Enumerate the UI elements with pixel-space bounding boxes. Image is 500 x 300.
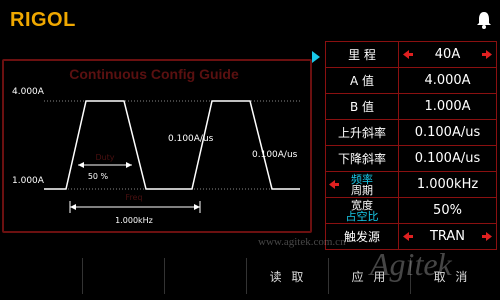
param-row-slope-up[interactable]: 上升斜率 0.100A/us bbox=[326, 120, 496, 146]
duty-caption: Duty bbox=[95, 153, 114, 162]
period-arrow-left bbox=[70, 204, 76, 210]
duty-value: 50 % bbox=[88, 172, 109, 181]
param-name: 下降斜率 bbox=[326, 146, 399, 171]
softkey-3[interactable] bbox=[166, 258, 247, 294]
param-row-a[interactable]: A 值 4.000A bbox=[326, 68, 496, 94]
param-name: 上升斜率 bbox=[326, 120, 399, 145]
param-name-multi: 频率 周期 bbox=[326, 172, 399, 197]
period-arrow-right bbox=[194, 204, 200, 210]
param-value[interactable]: 1.000kHz bbox=[399, 172, 496, 197]
duty-arrow-left bbox=[78, 162, 84, 168]
arrow-left-icon[interactable] bbox=[403, 50, 413, 59]
param-value: TRAN bbox=[429, 229, 466, 244]
pointer-arrow-icon bbox=[312, 51, 320, 63]
param-name-top: 频率 bbox=[351, 172, 373, 186]
parameter-table: 里 程 40A A 值 4.000A B 值 1.000A 上升斜率 0.100… bbox=[325, 41, 497, 250]
arrow-left-icon[interactable] bbox=[403, 232, 413, 241]
duty-arrow-right bbox=[126, 162, 132, 168]
softkey-read[interactable]: 读 取 bbox=[248, 258, 329, 294]
param-value[interactable]: 50% bbox=[399, 198, 496, 223]
trapezoid-waveform bbox=[44, 100, 300, 190]
arrow-right-icon[interactable] bbox=[482, 50, 492, 59]
slope-down-label: 0.100A/us bbox=[252, 150, 298, 160]
param-value-range[interactable]: 40A bbox=[399, 42, 496, 67]
watermark-brand: Agitek bbox=[370, 246, 452, 282]
bell-icon bbox=[477, 12, 491, 29]
high-level-label: 4.000A bbox=[12, 87, 45, 97]
param-row-duty[interactable]: 宽度 占空比 50% bbox=[326, 198, 496, 224]
low-level-label: 1.000A bbox=[12, 176, 45, 186]
softkey-1[interactable] bbox=[2, 258, 83, 294]
param-row-b[interactable]: B 值 1.000A bbox=[326, 94, 496, 120]
arrow-left-icon[interactable] bbox=[329, 180, 339, 189]
param-value[interactable]: 0.100A/us bbox=[399, 146, 496, 171]
param-name-top: 宽度 bbox=[351, 198, 373, 212]
param-name-bottom: 周期 bbox=[351, 183, 373, 197]
param-name-multi: 宽度 占空比 bbox=[326, 198, 399, 223]
param-name: 里 程 bbox=[326, 42, 399, 67]
param-row-frequency[interactable]: 频率 周期 1.000kHz bbox=[326, 172, 496, 198]
freq-value: 1.000kHz bbox=[115, 216, 153, 225]
param-name: B 值 bbox=[326, 94, 399, 119]
param-value[interactable]: 0.100A/us bbox=[399, 120, 496, 145]
graph-title: Continuous Config Guide bbox=[69, 66, 239, 82]
softkey-2[interactable] bbox=[84, 258, 165, 294]
param-row-range[interactable]: 里 程 40A bbox=[326, 42, 496, 68]
param-name: A 值 bbox=[326, 68, 399, 93]
param-value[interactable]: 4.000A bbox=[399, 68, 496, 93]
top-bar: RIGOL bbox=[0, 0, 500, 38]
watermark-site: www.agitek.com.cn bbox=[258, 236, 346, 248]
param-name-bottom: 占空比 bbox=[345, 209, 379, 223]
period-caption: Freq bbox=[125, 193, 142, 202]
param-value[interactable]: 1.000A bbox=[399, 94, 496, 119]
param-value: 40A bbox=[434, 47, 461, 62]
arrow-right-icon[interactable] bbox=[482, 232, 492, 241]
slope-up-label: 0.100A/us bbox=[168, 134, 214, 144]
brand-logo: RIGOL bbox=[10, 9, 76, 31]
param-row-slope-down[interactable]: 下降斜率 0.100A/us bbox=[326, 146, 496, 172]
config-guide-graph: Continuous Config Guide 4.000A 1.000A 0.… bbox=[2, 59, 312, 233]
